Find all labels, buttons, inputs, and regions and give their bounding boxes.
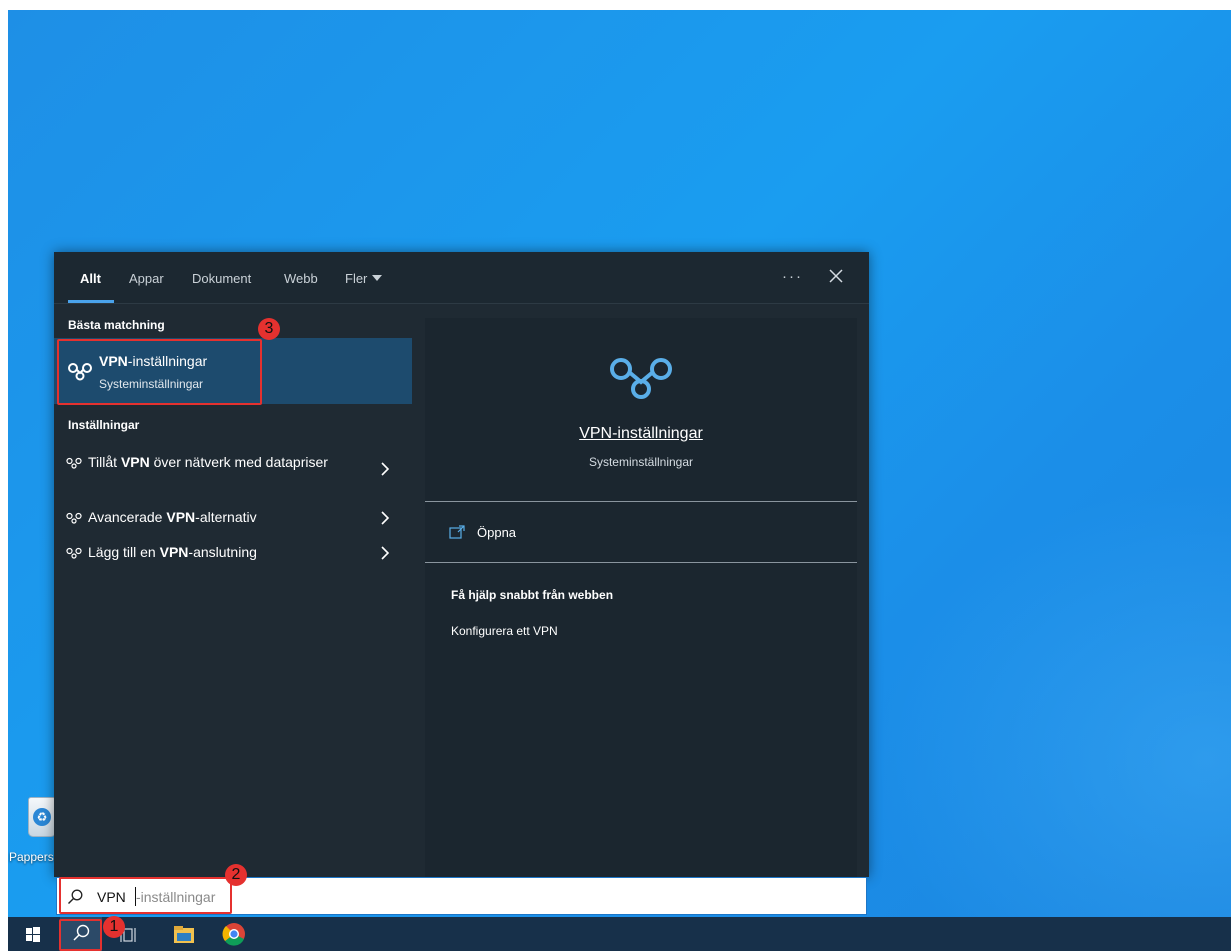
settings-item-label: Avancerade VPN-alternativ xyxy=(88,509,257,525)
chrome-icon xyxy=(222,923,245,946)
settings-item-label: Tillåt VPN över nätverk med datapriser xyxy=(88,454,328,470)
annotation-badge-1: 1 xyxy=(103,916,125,938)
settings-item-allow-vpn-metered[interactable]: Tillåt VPN över nätverk med datapriser xyxy=(54,450,412,492)
close-icon[interactable] xyxy=(826,266,846,286)
tab-apps[interactable]: Appar xyxy=(129,271,164,286)
recycle-symbol-icon: ♻ xyxy=(33,808,51,826)
tab-more-label: Fler xyxy=(345,271,368,286)
vpn-icon xyxy=(66,547,82,559)
taskbar xyxy=(8,917,1231,951)
web-help-heading: Få hjälp snabbt från webben xyxy=(451,588,614,602)
start-button[interactable] xyxy=(18,917,48,951)
settings-heading: Inställningar xyxy=(68,418,140,432)
settings-item-advanced-vpn[interactable]: Avancerade VPN-alternativ xyxy=(54,505,412,535)
open-label: Öppna xyxy=(477,525,517,540)
settings-item-label: Lägg till en VPN-anslutning xyxy=(88,544,257,560)
more-options-button[interactable]: ··· xyxy=(782,268,803,285)
web-help-link[interactable]: Konfigurera ett VPN xyxy=(451,624,558,638)
divider xyxy=(425,501,857,502)
windows-logo-icon xyxy=(26,927,40,942)
tab-all[interactable]: Allt xyxy=(80,271,101,286)
annotation-badge-2: 2 xyxy=(225,864,247,886)
vpn-icon xyxy=(66,457,82,469)
file-explorer-button[interactable] xyxy=(166,917,202,951)
annotation-box-best-match xyxy=(57,339,262,405)
open-icon xyxy=(449,525,465,539)
tab-web[interactable]: Webb xyxy=(284,271,318,286)
annotation-box-search-input xyxy=(59,877,232,914)
recycle-bin-icon: ♻ xyxy=(28,797,56,837)
active-tab-indicator xyxy=(68,300,114,303)
settings-item-add-vpn[interactable]: Lägg till en VPN-anslutning xyxy=(54,540,412,570)
annotation-box-search-button xyxy=(59,919,102,951)
chevron-right-icon xyxy=(381,511,390,525)
tab-more[interactable]: Fler xyxy=(345,271,383,286)
chevron-right-icon xyxy=(381,546,390,560)
preview-title[interactable]: VPN-inställningar xyxy=(425,425,857,443)
divider xyxy=(425,562,857,563)
vpn-large-icon xyxy=(610,358,672,399)
caret-down-icon xyxy=(372,275,383,281)
folder-icon xyxy=(174,926,194,943)
search-tabs: Allt Appar Dokument Webb Fler ··· xyxy=(54,252,869,304)
preview-subtitle: Systeminställningar xyxy=(588,455,694,469)
chrome-button[interactable] xyxy=(216,917,252,951)
desktop-glow xyxy=(848,460,1231,951)
tab-documents[interactable]: Dokument xyxy=(192,271,251,286)
recycle-bin-label: Pappers xyxy=(9,850,54,864)
vpn-icon xyxy=(66,512,82,524)
best-match-heading: Bästa matchning xyxy=(68,318,165,332)
annotation-badge-3: 3 xyxy=(258,318,280,340)
preview-pane: VPN-inställningar Systeminställningar Öp… xyxy=(425,318,857,877)
chevron-right-icon xyxy=(381,462,390,476)
